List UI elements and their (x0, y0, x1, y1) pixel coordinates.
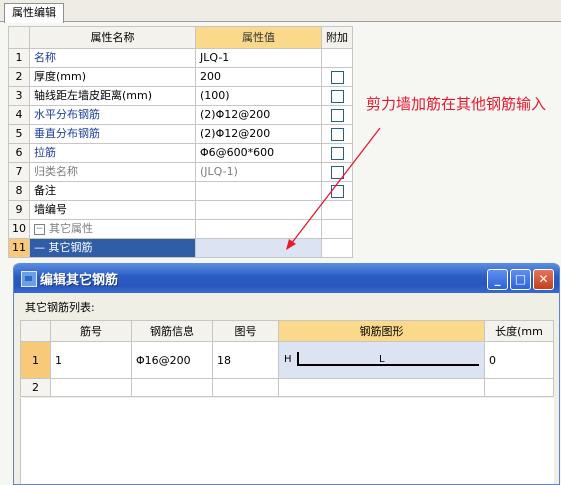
table-empty-area (20, 398, 554, 484)
rebar-list-label: 其它钢筋列表: (25, 301, 95, 314)
header-length[interactable]: 长度(mm (484, 320, 554, 342)
edit-other-rebar-dialog: 编辑其它钢筋 _ □ ✕ 其它钢筋列表: 筋号 钢筋信息 图号 钢筋图形 长度(… (13, 263, 560, 485)
app-icon (21, 271, 37, 287)
dialog-titlebar[interactable]: 编辑其它钢筋 _ □ ✕ (14, 263, 559, 293)
shape-l-label: L (379, 354, 385, 365)
table-corner (20, 320, 51, 342)
cell-bar-info[interactable] (131, 378, 213, 397)
cell-bar-no[interactable] (50, 378, 132, 397)
cell-bar-info[interactable]: Φ16@200 (131, 341, 213, 379)
cell-bar-no[interactable]: 1 (50, 341, 132, 379)
header-fig-no[interactable]: 图号 (212, 320, 279, 342)
close-button[interactable]: ✕ (533, 269, 554, 290)
cell-fig-no[interactable] (212, 378, 279, 397)
cell-length[interactable]: 0 (484, 341, 554, 379)
cell-fig-no[interactable]: 18 (212, 341, 279, 379)
rebar-table: 筋号 钢筋信息 图号 钢筋图形 长度(mm 1 1 Φ16@200 18 H L… (20, 320, 554, 397)
cell-bar-shape[interactable]: H L (278, 341, 485, 379)
rebar-shape-drawing (297, 352, 479, 366)
table-row[interactable]: 1 1 Φ16@200 18 H L 0 (20, 341, 554, 379)
header-bar-info[interactable]: 钢筋信息 (131, 320, 213, 342)
dialog-title: 编辑其它钢筋 (40, 273, 119, 288)
row-index: 2 (20, 378, 51, 397)
table-row[interactable]: 2 (20, 378, 554, 397)
maximize-button[interactable]: □ (510, 269, 531, 290)
shape-h-label: H (284, 354, 292, 365)
header-bar-shape[interactable]: 钢筋图形 (278, 320, 485, 342)
cell-length[interactable] (484, 378, 554, 397)
header-bar-no[interactable]: 筋号 (50, 320, 132, 342)
cell-bar-shape[interactable] (278, 378, 485, 397)
minimize-button[interactable]: _ (487, 269, 508, 290)
row-index: 1 (20, 341, 51, 379)
